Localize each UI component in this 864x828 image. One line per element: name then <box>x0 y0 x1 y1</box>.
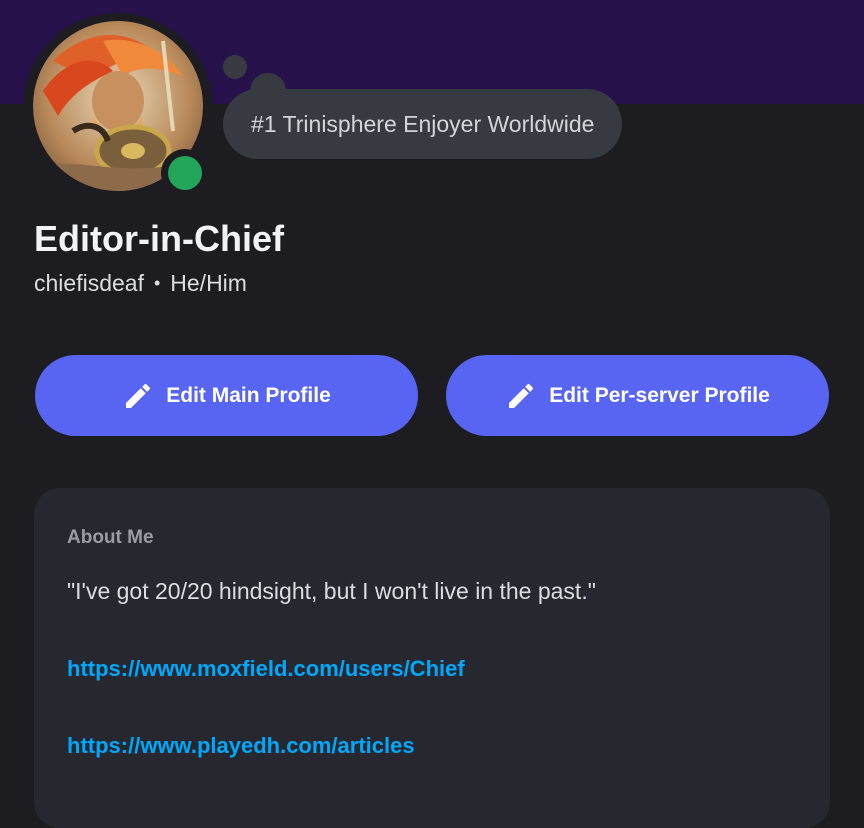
edit-per-server-profile-button[interactable]: Edit Per-server Profile <box>446 355 829 436</box>
about-me-quote: "I've got 20/20 hindsight, but I won't l… <box>67 578 596 604</box>
edit-main-profile-button[interactable]: Edit Main Profile <box>35 355 418 436</box>
username-line: chiefisdeaf • He/Him <box>34 270 247 297</box>
separator-dot: • <box>153 273 161 293</box>
pronouns: He/Him <box>170 270 247 296</box>
custom-status-bubble[interactable]: #1 Trinisphere Enjoyer Worldwide <box>223 89 623 159</box>
thought-bubble-small <box>223 55 247 79</box>
edit-per-server-profile-label: Edit Per-server Profile <box>549 383 770 407</box>
username[interactable]: chiefisdeaf <box>34 270 144 297</box>
online-status-icon <box>168 156 202 190</box>
about-me-heading: About Me <box>67 527 154 548</box>
playedh-link[interactable]: https://www.playedh.com/articles <box>67 733 415 759</box>
edit-main-profile-label: Edit Main Profile <box>166 383 331 407</box>
moxfield-link[interactable]: https://www.moxfield.com/users/Chief <box>67 656 465 682</box>
pencil-icon <box>126 383 151 408</box>
pencil-icon <box>509 383 534 408</box>
custom-status-text: #1 Trinisphere Enjoyer Worldwide <box>251 110 595 137</box>
display-name: Editor-in-Chief <box>34 218 284 259</box>
